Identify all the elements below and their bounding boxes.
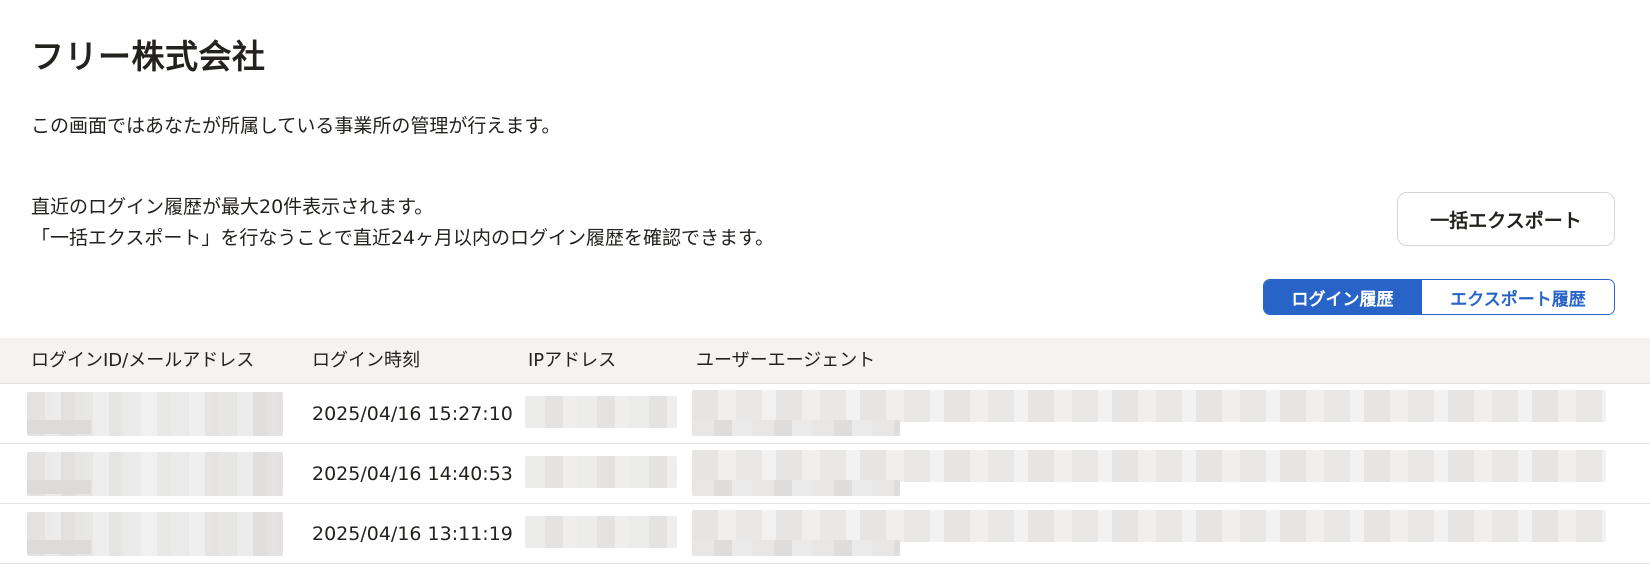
column-header-ip-address: IPアドレス (528, 350, 617, 371)
table-header: ログインID/メールアドレス ログイン時刻 IPアドレス ユーザーエージェント (0, 338, 1650, 384)
table-row: 2025/04/16 15:27:10 (0, 384, 1650, 444)
table-row: 2025/04/16 14:40:53 (0, 444, 1650, 504)
redacted-user-agent (692, 390, 1606, 422)
login-time-cell: 2025/04/16 14:40:53 (312, 463, 513, 485)
tab-login-history[interactable]: ログイン履歴 (1264, 280, 1421, 314)
redacted-login-id (27, 540, 91, 554)
column-header-user-agent: ユーザーエージェント (696, 350, 876, 371)
redacted-ip-address (525, 456, 677, 488)
redacted-ip-address (525, 516, 677, 548)
page-title: フリー株式会社 (31, 37, 266, 76)
redacted-user-agent (692, 420, 900, 436)
redacted-user-agent (692, 450, 1606, 482)
redacted-ip-address (525, 396, 677, 428)
column-header-login-time: ログイン時刻 (312, 350, 420, 371)
login-history-table: ログインID/メールアドレス ログイン時刻 IPアドレス ユーザーエージェント … (0, 338, 1650, 564)
login-time-cell: 2025/04/16 13:11:19 (312, 523, 513, 545)
redacted-login-id (27, 420, 91, 434)
login-time-cell: 2025/04/16 15:27:10 (312, 403, 513, 425)
redacted-login-id (27, 480, 91, 494)
login-history-notes: 直近のログイン履歴が最大20件表示されます。 「一括エクスポート」を行なうことで… (31, 192, 774, 254)
note-line: 「一括エクスポート」を行なうことで直近24ヶ月以内のログイン履歴を確認できます。 (31, 227, 775, 249)
tab-export-history[interactable]: エクスポート履歴 (1421, 280, 1614, 314)
table-row: 2025/04/16 13:11:19 (0, 504, 1650, 564)
history-tab-switcher: ログイン履歴 エクスポート履歴 (1263, 279, 1615, 315)
bulk-export-button[interactable]: 一括エクスポート (1397, 192, 1615, 246)
redacted-user-agent (692, 480, 900, 496)
redacted-user-agent (692, 540, 900, 556)
column-header-login-id: ログインID/メールアドレス (31, 350, 255, 371)
page-description: この画面ではあなたが所属している事業所の管理が行えます。 (31, 115, 561, 137)
note-line: 直近のログイン履歴が最大20件表示されます。 (31, 196, 434, 218)
redacted-user-agent (692, 510, 1606, 542)
